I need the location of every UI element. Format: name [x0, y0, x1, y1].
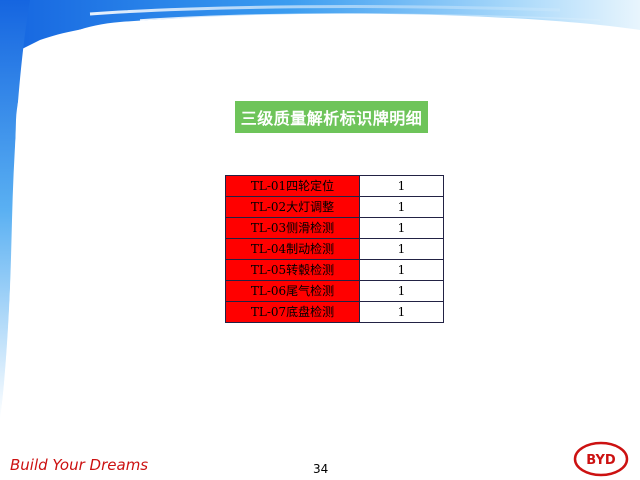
item-name-cell: TL-06尾气检测: [225, 280, 360, 302]
item-count-cell: 1: [359, 259, 444, 281]
slide-title: 三级质量解析标识牌明细: [240, 109, 423, 128]
page-number: 34: [313, 462, 329, 476]
table-row: TL-05转毂检测 1: [225, 259, 444, 281]
table-row: TL-01四轮定位 1: [225, 175, 444, 197]
table-row: TL-06尾气检测 1: [225, 280, 444, 302]
item-name-cell: TL-07底盘检测: [225, 301, 360, 323]
signboard-detail-table: TL-01四轮定位 1 TL-02大灯调整 1 TL-03侧滑检测 1 TL-0…: [225, 175, 444, 323]
item-count-cell: 1: [359, 175, 444, 197]
item-name-cell: TL-04制动检测: [225, 238, 360, 260]
item-count-cell: 1: [359, 196, 444, 218]
title-banner: 三级质量解析标识牌明细: [235, 101, 428, 133]
item-name-cell: TL-03侧滑检测: [225, 217, 360, 239]
item-count-cell: 1: [359, 301, 444, 323]
item-count-cell: 1: [359, 280, 444, 302]
item-name-cell: TL-02大灯调整: [225, 196, 360, 218]
item-count-cell: 1: [359, 217, 444, 239]
item-count-cell: 1: [359, 238, 444, 260]
table-row: TL-02大灯调整 1: [225, 196, 444, 218]
logo-text: BYD: [586, 453, 616, 468]
table-row: TL-04制动检测 1: [225, 238, 444, 260]
table-row: TL-07底盘检测 1: [225, 301, 444, 323]
item-name-cell: TL-05转毂检测: [225, 259, 360, 281]
byd-logo: BYD: [573, 441, 629, 477]
item-name-cell: TL-01四轮定位: [225, 175, 360, 197]
footer-slogan: Build Your Dreams: [10, 456, 149, 474]
table-row: TL-03侧滑检测 1: [225, 217, 444, 239]
